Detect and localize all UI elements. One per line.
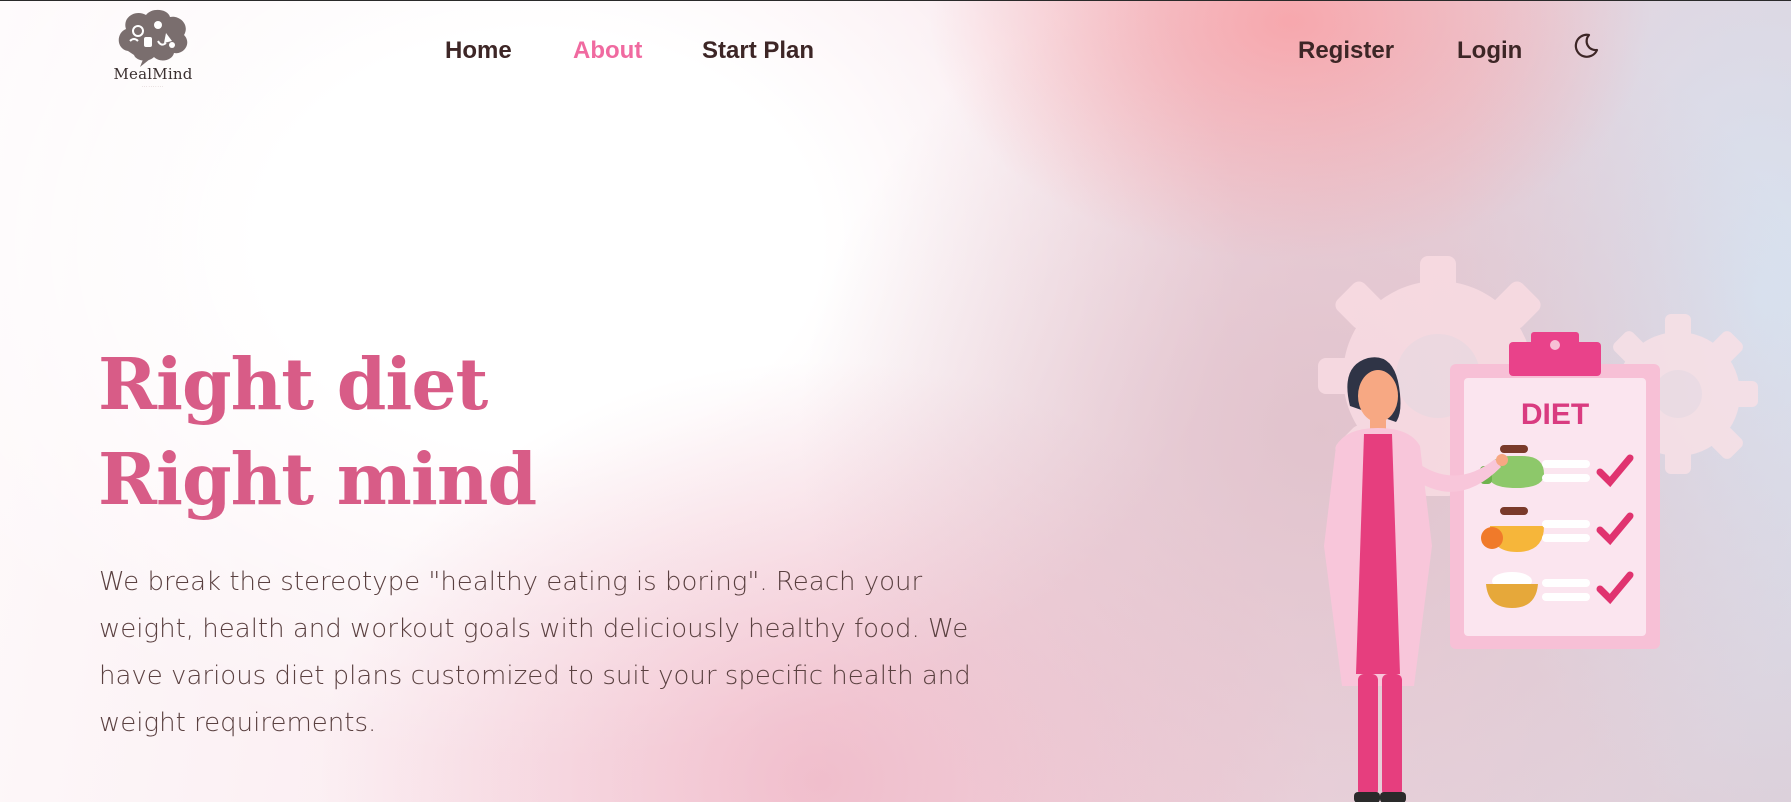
- doctor-diet-illustration: DIET: [1318, 256, 1758, 802]
- nav-start-plan[interactable]: Start Plan: [702, 37, 814, 65]
- clipboard-label: DIET: [1521, 398, 1589, 431]
- register-link[interactable]: Register: [1298, 37, 1394, 65]
- brand-tagline-decoration: ··········: [141, 84, 165, 89]
- site-header: MealMind ·········· Home About Start Pla…: [0, 1, 1791, 101]
- theme-toggle-button[interactable]: [1572, 31, 1600, 59]
- nav-about[interactable]: About: [573, 37, 642, 65]
- nav-home[interactable]: Home: [445, 37, 512, 65]
- login-link[interactable]: Login: [1457, 37, 1522, 65]
- moon-icon: [1574, 33, 1599, 58]
- hero-title: Right diet Right mind: [98, 337, 537, 527]
- hero-title-line-2: Right mind: [98, 437, 537, 521]
- brain-food-icon: [118, 9, 188, 67]
- brand-name: MealMind: [113, 65, 193, 83]
- brand-logo[interactable]: MealMind ··········: [108, 7, 198, 89]
- hero-title-line-1: Right diet: [98, 342, 488, 426]
- hero-description: We break the stereotype "healthy eating …: [99, 567, 971, 738]
- diet-clipboard: DIET: [1450, 332, 1660, 649]
